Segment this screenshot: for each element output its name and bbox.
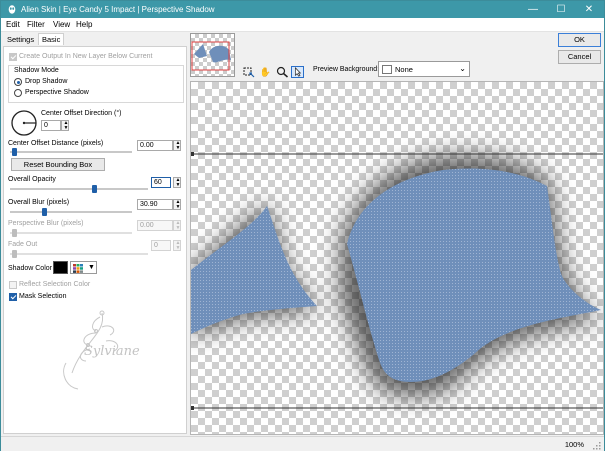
- title-bar: Alien Skin | Eye Candy 5 Impact | Perspe…: [1, 1, 604, 18]
- fade-out-input: 0: [151, 240, 171, 251]
- overall-blur-label: Overall Blur (pixels): [8, 199, 70, 206]
- perspective-blur-input: 0.00: [137, 220, 173, 231]
- preview-canvas[interactable]: [190, 81, 604, 435]
- perspective-shadow-radio[interactable]: [14, 89, 22, 97]
- pointer-tool-icon[interactable]: [291, 66, 304, 78]
- tab-settings[interactable]: Settings: [7, 34, 34, 45]
- stepper-down-icon: ▼: [175, 245, 181, 251]
- center-offset-direction-input[interactable]: 0: [41, 120, 61, 131]
- reflect-selection-checkbox: [9, 281, 17, 289]
- fade-out-track: [10, 253, 148, 255]
- center-offset-direction-label: Center Offset Direction (°): [41, 110, 122, 117]
- center-offset-distance-track[interactable]: [10, 151, 132, 153]
- stepper-down-icon[interactable]: ▼: [175, 205, 181, 210]
- menu-edit[interactable]: Edit: [6, 20, 20, 30]
- mask-selection-checkbox[interactable]: [9, 293, 17, 301]
- perspective-blur-thumb: [12, 229, 17, 237]
- preview-image: [191, 152, 603, 410]
- overall-blur-input[interactable]: 30.90: [137, 199, 173, 210]
- perspective-blur-label: Perspective Blur (pixels): [8, 220, 84, 227]
- cancel-button[interactable]: Cancel: [558, 50, 601, 64]
- reset-bounding-box-button[interactable]: Reset Bounding Box: [11, 158, 105, 171]
- stepper-down-icon[interactable]: ▼: [175, 146, 181, 151]
- create-output-label: Create Output In New Layer Below Current: [19, 53, 153, 60]
- stepper-down-icon[interactable]: ▼: [63, 126, 69, 131]
- create-output-checkbox[interactable]: [9, 53, 17, 61]
- overall-opacity-label: Overall Opacity: [8, 176, 56, 183]
- alien-skin-app-icon: [8, 5, 16, 14]
- reflect-selection-label: Reflect Selection Color: [19, 281, 91, 288]
- hand-tool-icon[interactable]: ✋: [259, 66, 272, 78]
- perspective-blur-track: [10, 232, 132, 234]
- preview-background-swatch: [382, 65, 392, 74]
- status-bar: 100%: [1, 436, 604, 451]
- menu-view[interactable]: View: [53, 20, 70, 30]
- perspective-shadow-label: Perspective Shadow: [25, 89, 89, 96]
- watermark-text: Sylviane: [84, 344, 140, 359]
- thumbnail-preview-shapes: [191, 41, 231, 71]
- overall-opacity-input[interactable]: 60: [151, 177, 171, 188]
- fade-out-thumb: [12, 250, 17, 258]
- shadow-mode-label: Shadow Mode: [13, 66, 60, 75]
- menu-help[interactable]: Help: [76, 20, 92, 30]
- shadow-color-swatch[interactable]: [53, 261, 68, 274]
- menu-filter[interactable]: Filter: [27, 20, 45, 30]
- overall-opacity-track[interactable]: [10, 188, 148, 190]
- bounding-box-tool-icon[interactable]: [242, 66, 255, 78]
- drop-shadow-radio[interactable]: [14, 78, 22, 86]
- preview-background-select[interactable]: None ⌄: [378, 61, 470, 77]
- overall-blur-track[interactable]: [10, 211, 132, 213]
- minimize-button[interactable]: —: [519, 1, 547, 18]
- palette-grid-icon: [73, 264, 83, 273]
- eye-candy-window: Alien Skin | Eye Candy 5 Impact | Perspe…: [0, 0, 605, 451]
- center-offset-distance-label: Center Offset Distance (pixels): [8, 140, 104, 147]
- mask-selection-label: Mask Selection: [19, 293, 67, 300]
- overall-opacity-thumb[interactable]: [91, 185, 97, 193]
- center-offset-direction-stepper[interactable]: ▲ ▼: [61, 120, 69, 131]
- overall-blur-stepper[interactable]: ▲ ▼: [173, 199, 181, 210]
- center-offset-distance-input[interactable]: 0.00: [137, 140, 173, 151]
- settings-panel: Create Output In New Layer Below Current…: [3, 46, 187, 434]
- maximize-button[interactable]: ☐: [547, 1, 575, 18]
- tab-basic[interactable]: Basic: [38, 33, 65, 45]
- zoom-tool-icon[interactable]: [276, 66, 289, 78]
- fade-out-label: Fade Out: [8, 241, 38, 248]
- resize-grip-icon[interactable]: [591, 440, 601, 450]
- direction-dial[interactable]: [10, 109, 38, 137]
- stepper-down-icon: ▼: [175, 225, 181, 231]
- overall-opacity-stepper[interactable]: ▲ ▼: [173, 177, 181, 188]
- center-offset-distance-stepper[interactable]: ▲ ▼: [173, 140, 181, 151]
- drop-shadow-label: Drop Shadow: [25, 78, 68, 85]
- preview-background-label: Preview Background:: [313, 66, 380, 73]
- ok-button[interactable]: OK: [558, 33, 601, 47]
- overall-blur-thumb[interactable]: [42, 208, 47, 216]
- chevron-down-icon: ▼: [88, 264, 95, 271]
- stepper-down-icon[interactable]: ▼: [175, 183, 181, 188]
- fade-out-stepper: ▲ ▼: [173, 240, 181, 251]
- chevron-down-icon: ⌄: [459, 64, 466, 73]
- center-offset-distance-thumb[interactable]: [12, 148, 17, 156]
- menu-bar: Edit Filter View Help: [1, 18, 604, 32]
- color-palette-dropdown[interactable]: ▼: [70, 261, 97, 274]
- zoom-level: 100%: [564, 440, 584, 449]
- perspective-blur-stepper: ▲ ▼: [173, 220, 181, 231]
- navigator-thumbnail[interactable]: [190, 33, 235, 77]
- shadow-color-label: Shadow Color: [8, 265, 52, 272]
- window-title: Alien Skin | Eye Candy 5 Impact | Perspe…: [21, 5, 215, 14]
- close-button[interactable]: ✕: [575, 1, 603, 18]
